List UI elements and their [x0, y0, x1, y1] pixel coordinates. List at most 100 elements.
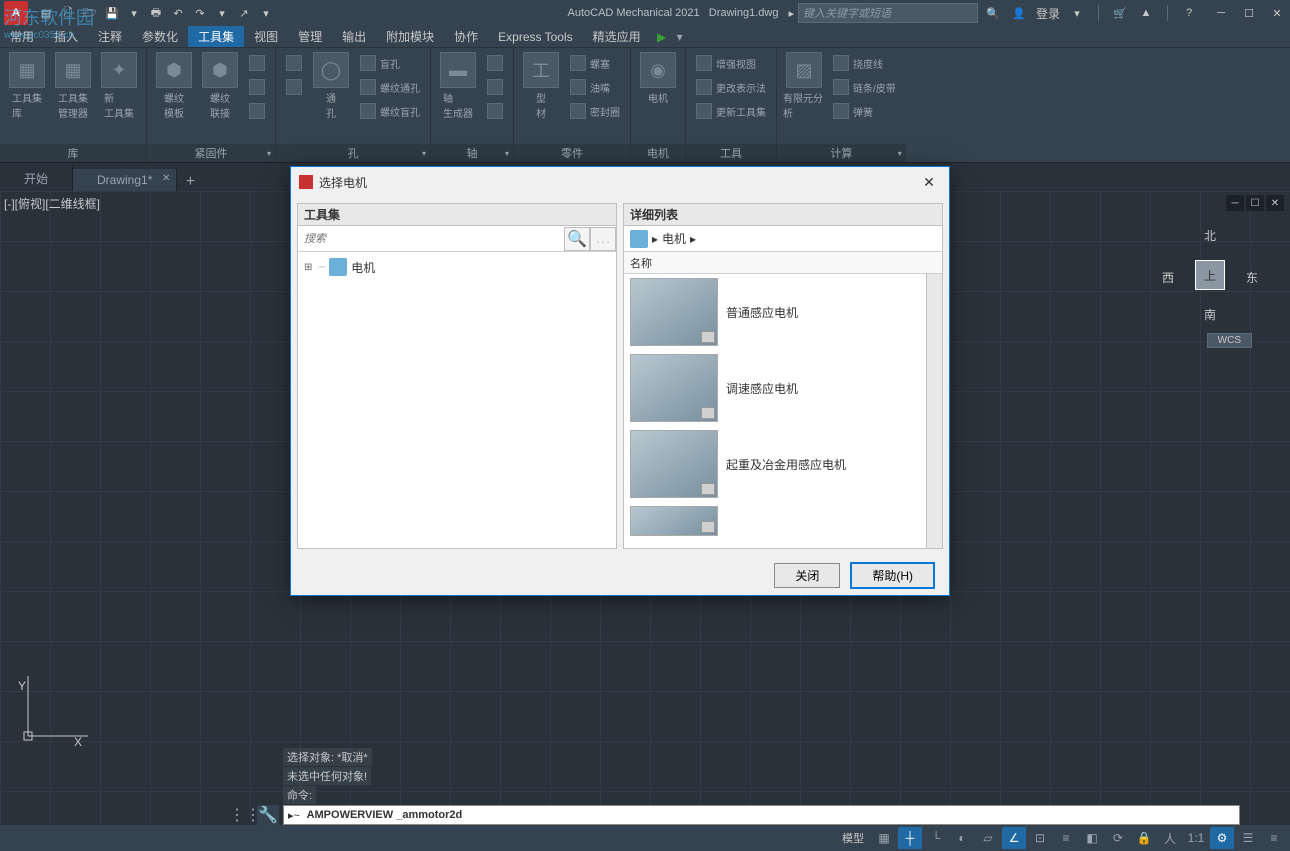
- search-options-button[interactable]: …: [590, 227, 616, 251]
- dialog-close-button[interactable]: ✕: [917, 170, 941, 194]
- minimize-button[interactable]: ─: [1208, 2, 1234, 24]
- qat-open-icon[interactable]: 🗁: [80, 3, 100, 23]
- status-model-label[interactable]: 模型: [836, 830, 870, 846]
- btn-tapped-blind[interactable]: 螺纹盲孔: [356, 100, 424, 122]
- tab-addins[interactable]: 附加模块: [376, 26, 444, 47]
- cart-icon[interactable]: 🛒: [1111, 4, 1129, 22]
- maximize-button[interactable]: ☐: [1236, 2, 1262, 24]
- transparency-icon[interactable]: ◧: [1080, 827, 1104, 849]
- grid-icon[interactable]: ▦: [872, 827, 896, 849]
- btn-nipple[interactable]: 油嘴: [566, 76, 624, 98]
- tab-insert[interactable]: 插入: [44, 26, 88, 47]
- shaft-s3[interactable]: [483, 100, 507, 122]
- qat-new-icon[interactable]: 🗋: [58, 3, 78, 23]
- hole-grid-2[interactable]: [282, 76, 306, 98]
- vp-minimize-icon[interactable]: ─: [1226, 195, 1244, 211]
- list-header[interactable]: 名称: [624, 252, 942, 274]
- viewcube-west[interactable]: 西: [1162, 269, 1174, 286]
- tab-close-icon[interactable]: ✕: [162, 173, 170, 184]
- btn-powerview[interactable]: 增强视图: [692, 52, 770, 74]
- list-item[interactable]: 起重及冶金用感应电机: [624, 426, 942, 502]
- btn-shaft-gen[interactable]: ▬轴 生成器: [437, 52, 479, 120]
- close-button[interactable]: ✕: [1264, 2, 1290, 24]
- btn-thru-hole[interactable]: ◯通 孔: [310, 52, 352, 120]
- polar-icon[interactable]: ◐: [950, 827, 974, 849]
- snap-icon[interactable]: ┼: [898, 827, 922, 849]
- btn-spring[interactable]: 弹簧: [829, 100, 900, 122]
- workspace-icon[interactable]: ⚙: [1210, 827, 1234, 849]
- qat-print-icon[interactable]: 🖶: [146, 3, 166, 23]
- tab-home[interactable]: 常用: [0, 26, 44, 47]
- btn-plug[interactable]: 螺塞: [566, 52, 624, 74]
- tab-content[interactable]: 工具集: [188, 26, 244, 47]
- tree-view[interactable]: ⊞ ┈ 电机: [298, 252, 616, 282]
- btn-update-lib[interactable]: 更新工具集: [692, 100, 770, 122]
- close-button[interactable]: 关闭: [774, 563, 840, 588]
- list-item[interactable]: [624, 502, 942, 540]
- tab-annotate[interactable]: 注释: [88, 26, 132, 47]
- btn-screw-conn[interactable]: ⬢螺纹 联接: [199, 52, 241, 120]
- qat-menu-icon[interactable]: ▤: [36, 3, 56, 23]
- angle-icon[interactable]: ∠: [1002, 827, 1026, 849]
- command-input[interactable]: ▸~ AMPOWERVIEW _ammotor2d: [283, 805, 1240, 825]
- tab-collab[interactable]: 协作: [444, 26, 488, 47]
- tab-parametric[interactable]: 参数化: [132, 26, 188, 47]
- dialog-titlebar[interactable]: 选择电机 ✕: [291, 167, 949, 197]
- search-input[interactable]: 键入关键字或短语: [798, 3, 978, 23]
- tree-expand-icon[interactable]: ⊞: [304, 262, 314, 273]
- qat-redo-icon[interactable]: ↷: [190, 3, 210, 23]
- user-icon[interactable]: 👤: [1010, 4, 1028, 22]
- qat-share-icon[interactable]: ↗: [234, 3, 254, 23]
- btn-tapped-thru[interactable]: 螺纹通孔: [356, 76, 424, 98]
- tree-node-motor[interactable]: ⊞ ┈ 电机: [304, 258, 610, 276]
- monitor-icon[interactable]: ☰: [1236, 827, 1260, 849]
- tab-add-button[interactable]: +: [177, 173, 203, 191]
- qat-save-icon[interactable]: 💾: [102, 3, 122, 23]
- tab-output[interactable]: 输出: [332, 26, 376, 47]
- list-item[interactable]: 调速感应电机: [624, 350, 942, 426]
- search-button[interactable]: 🔍: [564, 227, 590, 251]
- play-icon[interactable]: ▶: [651, 27, 673, 47]
- btn-change-rep[interactable]: 更改表示法: [692, 76, 770, 98]
- lineweight-icon[interactable]: ≡: [1054, 827, 1078, 849]
- ortho-icon[interactable]: └: [924, 827, 948, 849]
- annoscale-icon[interactable]: 🔒: [1132, 827, 1156, 849]
- viewport-controls[interactable]: [-][俯视][二维线框]: [4, 195, 100, 212]
- wcs-label[interactable]: WCS: [1207, 333, 1252, 348]
- tab-drawing1[interactable]: Drawing1*✕: [73, 169, 177, 191]
- cmd-customize-icon[interactable]: ⋮⋮: [235, 805, 255, 825]
- vp-maximize-icon[interactable]: ☐: [1246, 195, 1264, 211]
- btn-motor[interactable]: ◉电机: [637, 52, 679, 105]
- viewcube-north[interactable]: 北: [1204, 227, 1216, 244]
- list-item[interactable]: 普通感应电机: [624, 274, 942, 350]
- breadcrumb-icon[interactable]: [630, 230, 648, 248]
- qat-undo-icon[interactable]: ↶: [168, 3, 188, 23]
- login-label[interactable]: 登录: [1036, 5, 1060, 22]
- tab-featured[interactable]: 精选应用: [583, 26, 651, 47]
- shaft-s1[interactable]: [483, 52, 507, 74]
- qat-more-icon[interactable]: ▾: [256, 3, 276, 23]
- tree-search-input[interactable]: [298, 233, 564, 245]
- scrollbar[interactable]: [926, 274, 942, 548]
- fastener-small-2[interactable]: [245, 76, 269, 98]
- fastener-small-1[interactable]: [245, 52, 269, 74]
- tab-express[interactable]: Express Tools: [488, 28, 582, 46]
- help-button[interactable]: 帮助(H): [850, 562, 935, 589]
- shaft-s2[interactable]: [483, 76, 507, 98]
- viewcube[interactable]: 北 南 西 东 上: [1160, 225, 1260, 325]
- hole-grid-1[interactable]: [282, 52, 306, 74]
- btn-chain[interactable]: 链条/皮带: [829, 76, 900, 98]
- annotate-icon[interactable]: 人: [1158, 827, 1182, 849]
- viewcube-east[interactable]: 东: [1246, 269, 1258, 286]
- login-dropdown-icon[interactable]: ▾: [1068, 4, 1086, 22]
- btn-seal[interactable]: 密封圈: [566, 100, 624, 122]
- fastener-small-3[interactable]: [245, 100, 269, 122]
- btn-new-lib[interactable]: ✦新 工具集: [98, 52, 140, 120]
- cmd-tool-icon[interactable]: 🔧: [257, 805, 279, 825]
- viewcube-south[interactable]: 南: [1204, 306, 1216, 323]
- btn-lib-manager[interactable]: ▦工具集 管理器: [52, 52, 94, 120]
- btn-fea[interactable]: ▨有限元分析: [783, 52, 825, 120]
- vp-close-icon[interactable]: ✕: [1266, 195, 1284, 211]
- search-icon[interactable]: 🔍: [984, 4, 1002, 22]
- btn-blind-hole[interactable]: 盲孔: [356, 52, 424, 74]
